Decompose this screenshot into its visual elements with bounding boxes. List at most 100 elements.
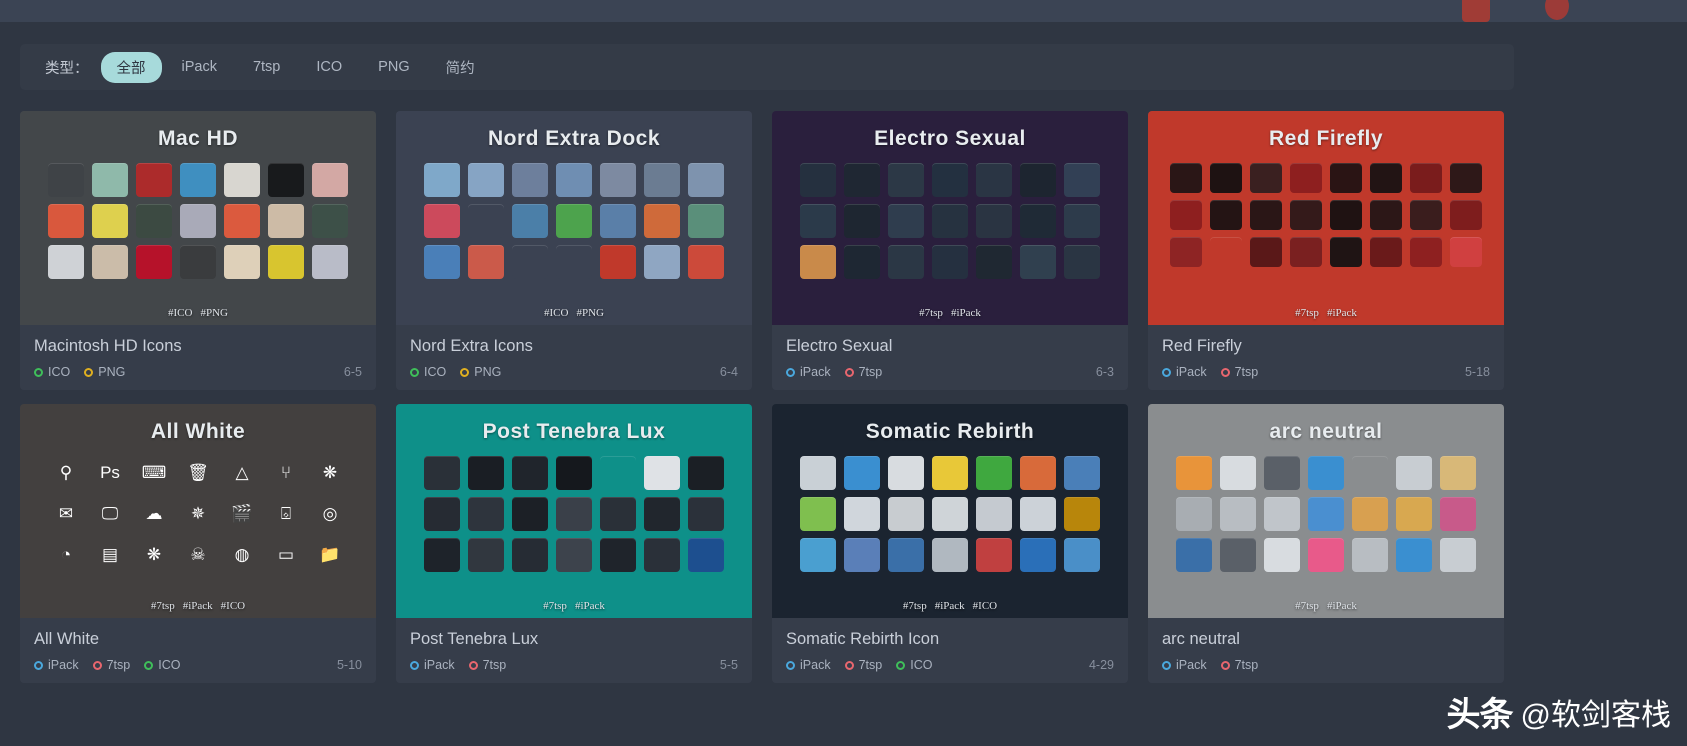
card-tag[interactable]: iPack <box>1162 658 1207 672</box>
card-meta: Nord Extra Icons ICO PNG 6-4 <box>396 325 752 390</box>
card-tag[interactable]: ICO <box>410 365 446 379</box>
preview-icon: 📁 <box>319 545 341 564</box>
preview-icon <box>468 163 504 197</box>
card-title[interactable]: All White <box>34 630 362 649</box>
tag-label: iPack <box>424 658 455 672</box>
preview-icon: ❋ <box>322 463 338 482</box>
card-title[interactable]: Electro Sexual <box>786 337 1114 356</box>
icon-pack-card[interactable]: Red Firefly #7tsp #iPack Red Firefly iPack 7t… <box>1148 111 1504 390</box>
card-meta-row: iPack 7tsp 5-5 <box>410 658 738 672</box>
hashtag: #iPack <box>950 307 981 319</box>
preview-icon <box>688 163 724 197</box>
card-meta-row: ICO PNG 6-4 <box>410 365 738 379</box>
preview-hashtags: #ICO #PNG <box>396 307 752 319</box>
preview-icon <box>1210 200 1242 230</box>
icon-pack-card[interactable]: Electro Sexual #7tsp #iPack Electro Sexual i… <box>772 111 1128 390</box>
filter-chip-3[interactable]: ICO <box>300 54 358 80</box>
card-tag[interactable]: 7tsp <box>844 658 882 672</box>
preview-icon <box>800 163 836 197</box>
card-tag[interactable]: 7tsp <box>468 658 506 672</box>
filter-chip-4[interactable]: PNG <box>362 54 425 80</box>
preview-icon <box>312 245 348 279</box>
preview-icon <box>92 245 128 279</box>
card-title[interactable]: Somatic Rebirth Icon <box>786 630 1114 649</box>
card-title[interactable]: Red Firefly <box>1162 337 1490 356</box>
icon-pack-card[interactable]: arc neutral #7tsp #iPack arc neutral iPack 7t… <box>1148 404 1504 683</box>
card-tag[interactable]: iPack <box>1162 365 1207 379</box>
preview-icon-grid: ⚲ Ps ⌨ 🗑 △ ⑂ ❋ ✉ 🖵 ☁ ✵ 🎬 ⌺ ◎ ◔ ▤ ❋ ☠ ◍ ▭ 📁 <box>48 456 348 572</box>
card-tag[interactable]: ICO <box>34 365 70 379</box>
watermark-logo: 头条 <box>1446 696 1514 734</box>
card-title[interactable]: Nord Extra Icons <box>410 337 738 356</box>
hashtag: #PNG <box>200 307 228 319</box>
filter-chip-1[interactable]: iPack <box>166 54 233 80</box>
tag-label: 7tsp <box>858 365 883 379</box>
preview-icon-grid <box>424 456 724 572</box>
tag-ring-icon <box>460 367 470 377</box>
page-root: 类型： 全部 iPack 7tsp ICO PNG 简约 Mac HD #ICO #PNG Ma… <box>0 0 1687 746</box>
card-meta: arc neutral iPack 7tsp <box>1148 618 1504 683</box>
preview-icon <box>1220 456 1256 490</box>
filter-chip-0[interactable]: 全部 <box>100 51 162 83</box>
preview-icon <box>644 163 680 197</box>
filter-chip-2[interactable]: 7tsp <box>237 54 296 80</box>
preview-icon <box>1064 456 1100 490</box>
icon-pack-card[interactable]: Mac HD #ICO #PNG Macintosh HD Icons ICO PNG 6-… <box>20 111 376 390</box>
preview-icon <box>1450 237 1482 267</box>
preview-icon <box>844 245 880 279</box>
icon-pack-card[interactable]: Nord Extra Dock #ICO #PNG Nord Extra Icons I… <box>396 111 752 390</box>
preview-icon: 🗑 <box>187 463 209 482</box>
preview-icon <box>844 163 880 197</box>
card-tag[interactable]: iPack <box>786 658 831 672</box>
preview-icon <box>48 163 84 197</box>
preview-icon <box>1020 456 1056 490</box>
icon-pack-grid: Mac HD #ICO #PNG Macintosh HD Icons ICO PNG 6-… <box>20 111 1534 683</box>
preview-icon <box>600 456 636 490</box>
filter-chip-5[interactable]: 简约 <box>430 52 491 83</box>
hashtag: #7tsp <box>1295 600 1319 612</box>
card-tag[interactable]: PNG <box>84 365 125 379</box>
preview-icon <box>976 204 1012 238</box>
card-tag[interactable]: iPack <box>786 365 831 379</box>
preview-icon: ▤ <box>101 545 119 564</box>
card-tag[interactable]: 7tsp <box>92 658 130 672</box>
preview-icon <box>888 245 924 279</box>
preview-icon <box>1210 237 1242 267</box>
preview-icon <box>1352 497 1388 531</box>
card-tag[interactable]: iPack <box>410 658 455 672</box>
card-title[interactable]: arc neutral <box>1162 630 1490 649</box>
preview-icon: ▭ <box>277 545 295 564</box>
hashtag: #7tsp <box>902 600 927 612</box>
preview-hashtags: #7tsp #iPack <box>1148 307 1504 319</box>
filter-bar: 类型： 全部 iPack 7tsp ICO PNG 简约 <box>20 44 1514 90</box>
preview-icon <box>644 245 680 279</box>
card-title[interactable]: Macintosh HD Icons <box>34 337 362 356</box>
card-tag[interactable]: iPack <box>34 658 79 672</box>
preview-title: Red Firefly <box>1268 127 1384 150</box>
icon-pack-card[interactable]: Post Tenebra Lux #7tsp #iPack Post Tenebra … <box>396 404 752 683</box>
card-tag[interactable]: ICO <box>896 658 932 672</box>
preview-icon <box>932 204 968 238</box>
preview-icon: 🎬 <box>231 504 253 523</box>
card-tag[interactable]: PNG <box>460 365 501 379</box>
tag-ring-icon <box>1220 367 1230 377</box>
card-tag[interactable]: 7tsp <box>1220 658 1258 672</box>
preview-icon <box>1250 200 1282 230</box>
watermark: 头条 @软剑客栈 <box>1447 687 1671 736</box>
card-tag[interactable]: 7tsp <box>844 365 883 379</box>
preview-icon <box>932 538 968 572</box>
preview-icon <box>932 456 968 490</box>
preview-icon <box>1352 456 1388 490</box>
preview-icon <box>468 245 504 279</box>
preview-title: Nord Extra Dock <box>487 127 661 150</box>
icon-pack-card[interactable]: All White ⚲ Ps ⌨ 🗑 △ ⑂ ❋ ✉ 🖵 ☁ ✵ 🎬 ⌺ ◎ ◔ ▤ ❋ ☠ ◍ ▭ 📁 #7tsp #iPa… <box>20 404 376 683</box>
card-meta: Electro Sexual iPack 7tsp 6-3 <box>772 325 1128 390</box>
icon-pack-card[interactable]: Somatic Rebirth #7tsp #iPack #ICO Somatic Re… <box>772 404 1128 683</box>
card-tag[interactable]: 7tsp <box>1220 365 1258 379</box>
preview-icon <box>888 538 924 572</box>
card-tag[interactable]: ICO <box>144 658 180 672</box>
preview-icon <box>468 497 504 531</box>
preview-icon <box>468 456 504 490</box>
card-title[interactable]: Post Tenebra Lux <box>410 630 738 649</box>
filter-label: 类型： <box>45 60 89 77</box>
